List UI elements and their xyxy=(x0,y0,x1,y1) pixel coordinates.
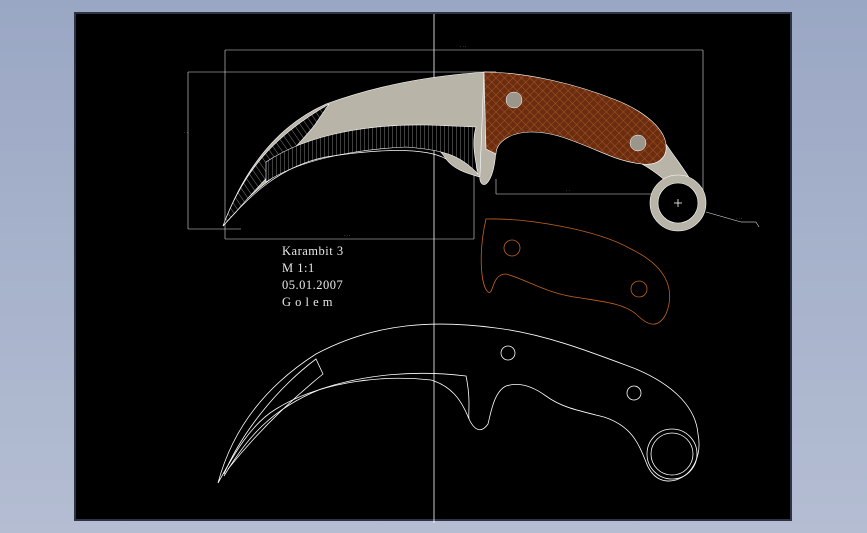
drawing-date: 05.01.2007 xyxy=(282,278,344,292)
handle-scale-outline xyxy=(480,218,670,325)
drawing-author: G o l e m xyxy=(282,295,334,309)
blank-edge-grind xyxy=(223,372,470,477)
rivet-rear xyxy=(629,134,647,152)
drawing-canvas[interactable]: · · · · · · · · · · · · · xyxy=(76,14,794,523)
blank-outline[interactable] xyxy=(217,323,700,484)
drawing-scale: M 1:1 xyxy=(282,261,315,275)
cad-viewport[interactable]: · · · · · · · · · · · · · Karambit 3 M 1… xyxy=(74,12,794,523)
svg-text:· · ·: · · · xyxy=(736,216,742,221)
blank-ring-outer xyxy=(646,428,698,480)
svg-text:· · ·: · · · xyxy=(460,44,466,49)
blank-hole-rear xyxy=(626,385,642,401)
drawing-title: Karambit 3 xyxy=(282,244,344,258)
assembled-knife[interactable] xyxy=(222,71,707,232)
svg-text:· ·: · · xyxy=(566,188,570,193)
drawing-title-block: Karambit 3 M 1:1 05.01.2007 G o l e m xyxy=(282,243,344,311)
blank-profile xyxy=(217,323,700,484)
blank-hole-front xyxy=(500,345,516,361)
handle-scale-detail[interactable] xyxy=(480,218,670,325)
svg-text:· · ·: · · · xyxy=(344,233,350,238)
rivet-front xyxy=(505,91,523,109)
blank-ring-inner xyxy=(650,432,694,476)
svg-text:· ·: · · xyxy=(184,130,188,135)
